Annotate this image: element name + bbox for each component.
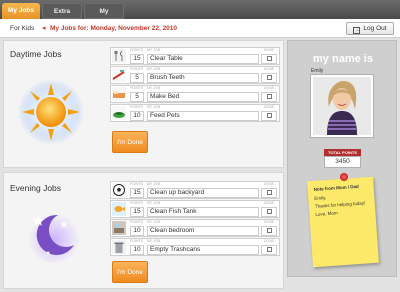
page-title: My Jobs for: Monday, November 22, 2010 xyxy=(50,25,178,32)
done-checkbox[interactable] xyxy=(267,247,272,252)
points-header: POINTS xyxy=(130,105,144,109)
soccer-ball-icon xyxy=(112,183,126,197)
back-arrow-icon[interactable]: ◂ xyxy=(42,24,46,32)
note-body: Thanks for helping today! xyxy=(314,200,366,209)
profile-heading: my name is xyxy=(313,53,373,65)
logout-label: Log Out xyxy=(363,25,387,32)
done-checkbox[interactable] xyxy=(267,94,272,99)
pushpin-icon xyxy=(340,173,348,181)
job-name: Clean up backyard xyxy=(147,188,259,198)
job-row: POINTS MY JOB DONE 5 Brush Teeth xyxy=(110,66,280,84)
logout-icon: → xyxy=(353,27,361,34)
breadcrumb[interactable]: For Kids xyxy=(10,25,34,32)
done-header: DONE xyxy=(263,48,274,52)
job-points: 5 xyxy=(130,73,144,83)
done-checkbox[interactable] xyxy=(267,56,272,61)
done-header: DONE xyxy=(263,86,274,90)
moon-icon xyxy=(28,211,80,263)
job-name: Clean Fish Tank xyxy=(147,207,259,217)
done-header: DONE xyxy=(263,182,274,186)
job-points: 15 xyxy=(130,54,144,64)
points-header: POINTS xyxy=(130,86,144,90)
fish-icon xyxy=(112,202,126,216)
job-name: Feed Pets xyxy=(147,111,259,121)
job-points: 10 xyxy=(130,111,144,121)
sun-icon xyxy=(18,79,84,145)
daytime-done-button[interactable]: I'm Done xyxy=(112,131,148,153)
points-header: POINTS xyxy=(130,201,144,205)
done-header: DONE xyxy=(263,67,274,71)
job-header: MY JOB xyxy=(147,220,160,224)
job-points: 15 xyxy=(130,207,144,217)
done-checkbox[interactable] xyxy=(267,113,272,118)
bed-icon xyxy=(112,87,126,101)
done-checkbox[interactable] xyxy=(267,228,272,233)
job-row: POINTS MY JOB DONE 15 Clean up backyard xyxy=(110,181,280,199)
done-checkbox[interactable] xyxy=(267,209,272,214)
daytime-jobs-panel: Daytime Jobs POINTS MY JOB DONE 15 Clear… xyxy=(3,40,284,168)
points-header: POINTS xyxy=(130,48,144,52)
job-header: MY JOB xyxy=(147,105,160,109)
profile-panel: my name is Emily TOTAL POINTS 3450 Note … xyxy=(287,40,397,277)
points-header: POINTS xyxy=(130,220,144,224)
total-points-value: 3450 xyxy=(324,156,361,168)
job-row: POINTS MY JOB DONE 5 Make Bed xyxy=(110,85,280,103)
job-points: 10 xyxy=(130,245,144,255)
daytime-title: Daytime Jobs xyxy=(10,49,62,59)
job-header: MY JOB xyxy=(147,201,160,205)
job-points: 15 xyxy=(130,188,144,198)
note-title: Note from Mom / Dad xyxy=(313,183,359,192)
done-checkbox[interactable] xyxy=(267,75,272,80)
done-header: DONE xyxy=(263,220,274,224)
points-header: POINTS xyxy=(130,239,144,243)
job-row: POINTS MY JOB DONE 15 Clear Table xyxy=(110,47,280,65)
job-header: MY JOB xyxy=(147,182,160,186)
job-header: MY JOB xyxy=(147,239,160,243)
points-header: POINTS xyxy=(130,182,144,186)
avatar-photo xyxy=(313,77,371,135)
job-row: POINTS MY JOB DONE 10 Feed Pets xyxy=(110,104,280,122)
job-row: POINTS MY JOB DONE 15 Clean Fish Tank xyxy=(110,200,280,218)
evening-done-button[interactable]: I'm Done xyxy=(112,261,148,283)
tab-my-jobs[interactable]: My Jobs xyxy=(2,3,40,19)
daytime-job-list: POINTS MY JOB DONE 15 Clear Table POINTS… xyxy=(110,47,280,123)
sticky-note: Note from Mom / Dad Emily, Thanks for he… xyxy=(307,176,379,268)
logout-button[interactable]: → Log Out xyxy=(346,22,394,35)
done-header: DONE xyxy=(263,105,274,109)
tab-extra-jobs[interactable]: Extra Jobs xyxy=(42,3,82,31)
utensils-icon xyxy=(112,49,126,63)
job-header: MY JOB xyxy=(147,86,160,90)
bedroom-icon xyxy=(112,221,126,235)
job-row: POINTS MY JOB DONE 10 Clean bedroom xyxy=(110,219,280,237)
tab-my-store[interactable]: My Store xyxy=(84,3,124,31)
job-points: 10 xyxy=(130,226,144,236)
job-name: Make Bed xyxy=(147,92,259,102)
job-header: MY JOB xyxy=(147,48,160,52)
top-nav: My Jobs Extra Jobs My Store xyxy=(0,0,400,31)
job-header: MY JOB xyxy=(147,67,160,71)
evening-title: Evening Jobs xyxy=(10,183,62,193)
job-name: Brush Teeth xyxy=(147,73,259,83)
job-row: POINTS MY JOB DONE 10 Empty Trashcans xyxy=(110,238,280,256)
total-points-label: TOTAL POINTS xyxy=(324,149,361,156)
sub-header: For Kids ◂ My Jobs for: Monday, November… xyxy=(0,19,400,38)
job-points: 5 xyxy=(130,92,144,102)
note-greeting: Emily, xyxy=(314,195,327,201)
evening-job-list: POINTS MY JOB DONE 15 Clean up backyard … xyxy=(110,181,280,257)
toothbrush-icon xyxy=(112,68,126,82)
job-name: Clear Table xyxy=(147,54,259,64)
done-header: DONE xyxy=(263,201,274,205)
pet-bowl-icon xyxy=(112,106,126,120)
job-name: Clean bedroom xyxy=(147,226,259,236)
job-name: Empty Trashcans xyxy=(147,245,259,255)
done-header: DONE xyxy=(263,239,274,243)
points-header: POINTS xyxy=(130,67,144,71)
trashcan-icon xyxy=(112,240,126,254)
avatar xyxy=(310,74,374,138)
note-signoff: Love, Mom xyxy=(315,210,338,217)
evening-jobs-panel: Evening Jobs POINTS MY JOB DONE 15 Clean… xyxy=(3,172,284,289)
done-checkbox[interactable] xyxy=(267,190,272,195)
